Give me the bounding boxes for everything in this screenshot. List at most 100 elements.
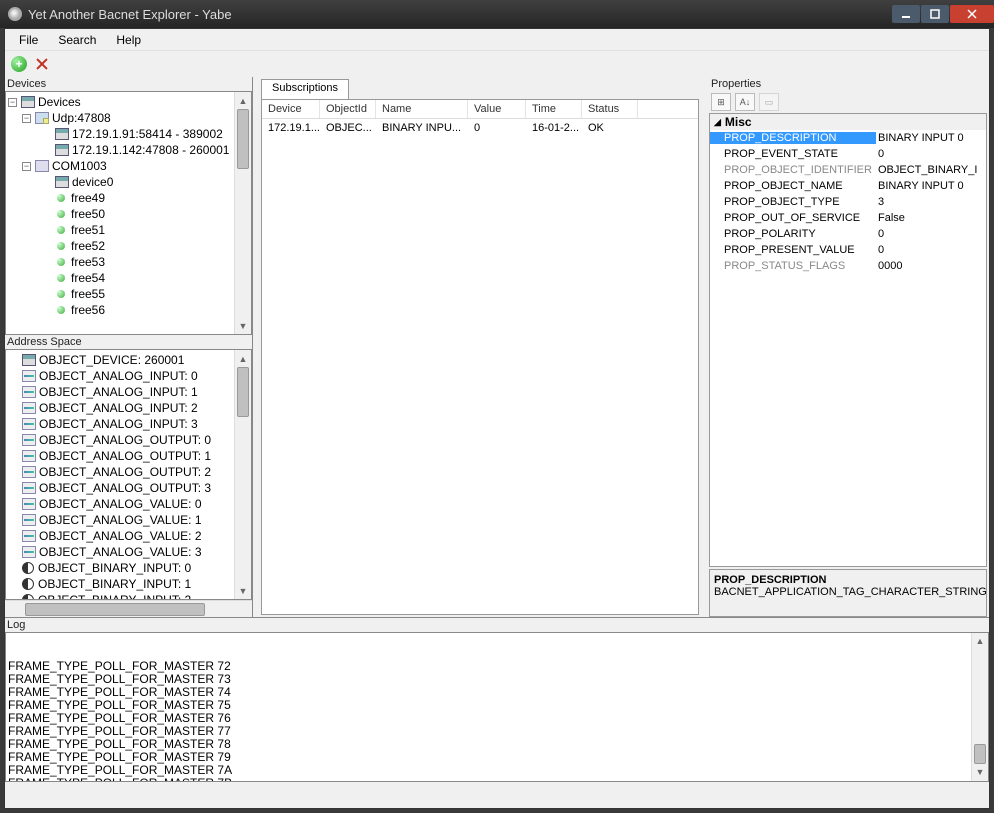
tree-node[interactable]: free50 (71, 207, 105, 221)
property-row[interactable]: PROP_OBJECT_IDENTIFIEROBJECT_BINARY_I (710, 162, 986, 178)
address-node[interactable]: OBJECT_ANALOG_INPUT: 0 (8, 368, 234, 384)
device-node[interactable]: free55 (8, 286, 234, 302)
device-node[interactable]: free50 (8, 206, 234, 222)
object-node[interactable]: OBJECT_ANALOG_VALUE: 2 (39, 529, 202, 543)
address-node[interactable]: OBJECT_DEVICE: 260001 (8, 352, 234, 368)
address-node[interactable]: OBJECT_ANALOG_VALUE: 3 (8, 544, 234, 560)
device-node[interactable]: free53 (8, 254, 234, 270)
properties-grid[interactable]: ◢Misc PROP_DESCRIPTIONBINARY INPUT 0PROP… (709, 113, 987, 567)
property-row[interactable]: PROP_OBJECT_NAMEBINARY INPUT 0 (710, 178, 986, 194)
col-objectid[interactable]: ObjectId (320, 100, 376, 118)
address-node[interactable]: OBJECT_ANALOG_VALUE: 1 (8, 512, 234, 528)
tab-subscriptions[interactable]: Subscriptions (261, 79, 349, 99)
device-node[interactable]: device0 (8, 174, 234, 190)
scroll-down-icon[interactable]: ▼ (972, 764, 988, 781)
tree-node[interactable]: 172.19.1.142:47808 - 260001 (72, 143, 229, 157)
tree-node[interactable]: Udp:47808 (52, 111, 111, 125)
property-row[interactable]: PROP_EVENT_STATE0 (710, 146, 986, 162)
address-node[interactable]: OBJECT_BINARY_INPUT: 1 (8, 576, 234, 592)
col-device[interactable]: Device (262, 100, 320, 118)
scrollbar[interactable]: ▲ ▼ (234, 92, 251, 334)
pages-button[interactable]: ▭ (759, 93, 779, 111)
device-node[interactable]: free54 (8, 270, 234, 286)
device-node[interactable]: 172.19.1.91:58414 - 389002 (8, 126, 234, 142)
collapse-icon[interactable]: ◢ (714, 117, 721, 128)
property-value[interactable]: OBJECT_BINARY_I (876, 164, 986, 176)
device-node[interactable]: free51 (8, 222, 234, 238)
property-value[interactable]: False (876, 212, 986, 224)
property-row[interactable]: PROP_OBJECT_TYPE3 (710, 194, 986, 210)
tree-node[interactable]: COM1003 (52, 159, 107, 173)
property-row[interactable]: PROP_STATUS_FLAGS0000 (710, 258, 986, 274)
address-node[interactable]: OBJECT_ANALOG_INPUT: 2 (8, 400, 234, 416)
object-node[interactable]: OBJECT_BINARY_INPUT: 0 (38, 561, 191, 575)
object-node[interactable]: OBJECT_ANALOG_OUTPUT: 3 (39, 481, 211, 495)
address-node[interactable]: OBJECT_ANALOG_OUTPUT: 3 (8, 480, 234, 496)
address-node[interactable]: OBJECT_ANALOG_INPUT: 1 (8, 384, 234, 400)
scroll-down-icon[interactable]: ▼ (235, 582, 251, 599)
property-value[interactable]: 0000 (876, 260, 986, 272)
scroll-up-icon[interactable]: ▲ (972, 633, 988, 650)
tree-node[interactable]: free54 (71, 271, 105, 285)
address-tree[interactable]: OBJECT_DEVICE: 260001OBJECT_ANALOG_INPUT… (5, 349, 252, 600)
devices-tree[interactable]: − Devices − Udp:47808 172.19.1.91:58414 - … (5, 91, 252, 335)
delete-button[interactable] (35, 57, 49, 71)
col-time[interactable]: Time (526, 100, 582, 118)
address-node[interactable]: OBJECT_ANALOG_INPUT: 3 (8, 416, 234, 432)
object-node[interactable]: OBJECT_ANALOG_VALUE: 3 (39, 545, 202, 559)
scroll-down-icon[interactable]: ▼ (235, 317, 251, 334)
tree-node[interactable]: free53 (71, 255, 105, 269)
menu-help[interactable]: Help (106, 30, 151, 50)
address-node[interactable]: OBJECT_BINARY_INPUT: 2 (8, 592, 234, 600)
address-node[interactable]: OBJECT_BINARY_INPUT: 0 (8, 560, 234, 576)
maximize-button[interactable] (921, 5, 949, 23)
property-category[interactable]: ◢Misc (710, 114, 986, 130)
scroll-up-icon[interactable]: ▲ (235, 350, 251, 367)
property-value[interactable]: 0 (876, 228, 986, 240)
property-value[interactable]: BINARY INPUT 0 (876, 132, 986, 144)
object-node[interactable]: OBJECT_BINARY_INPUT: 1 (38, 577, 191, 591)
categorize-button[interactable]: ⊞ (711, 93, 731, 111)
tree-node[interactable]: free55 (71, 287, 105, 301)
tree-node[interactable]: free51 (71, 223, 105, 237)
sort-button[interactable]: A↓ (735, 93, 755, 111)
col-status[interactable]: Status (582, 100, 638, 118)
property-row[interactable]: PROP_OUT_OF_SERVICEFalse (710, 210, 986, 226)
object-node[interactable]: OBJECT_ANALOG_INPUT: 3 (39, 417, 198, 431)
device-node[interactable]: free49 (8, 190, 234, 206)
tree-node[interactable]: Devices (38, 95, 81, 109)
object-node[interactable]: OBJECT_DEVICE: 260001 (39, 353, 184, 367)
property-row[interactable]: PROP_DESCRIPTIONBINARY INPUT 0 (710, 130, 986, 146)
tree-node[interactable]: free52 (71, 239, 105, 253)
object-node[interactable]: OBJECT_ANALOG_VALUE: 1 (39, 513, 202, 527)
address-node[interactable]: OBJECT_ANALOG_OUTPUT: 2 (8, 464, 234, 480)
subscriptions-grid[interactable]: Device ObjectId Name Value Time Status 1… (261, 99, 699, 615)
address-node[interactable]: OBJECT_ANALOG_OUTPUT: 1 (8, 448, 234, 464)
tree-node[interactable]: device0 (72, 175, 113, 189)
object-node[interactable]: OBJECT_ANALOG_OUTPUT: 2 (39, 465, 211, 479)
log-textarea[interactable]: FRAME_TYPE_POLL_FOR_MASTER 72 FRAME_TYPE… (5, 632, 989, 782)
menu-search[interactable]: Search (48, 30, 106, 50)
object-node[interactable]: OBJECT_ANALOG_OUTPUT: 0 (39, 433, 211, 447)
object-node[interactable]: OBJECT_ANALOG_INPUT: 2 (39, 401, 198, 415)
col-value[interactable]: Value (468, 100, 526, 118)
tree-node[interactable]: 172.19.1.91:58414 - 389002 (72, 127, 223, 141)
minimize-button[interactable] (892, 5, 920, 23)
expander-icon[interactable]: − (22, 162, 31, 171)
scrollbar-h[interactable] (5, 600, 252, 617)
object-node[interactable]: OBJECT_ANALOG_VALUE: 0 (39, 497, 202, 511)
expander-icon[interactable]: − (8, 98, 17, 107)
property-value[interactable]: 3 (876, 196, 986, 208)
device-node[interactable]: 172.19.1.142:47808 - 260001 (8, 142, 234, 158)
tree-node[interactable]: free49 (71, 191, 105, 205)
object-node[interactable]: OBJECT_ANALOG_INPUT: 1 (39, 385, 198, 399)
titlebar[interactable]: Yet Another Bacnet Explorer - Yabe (0, 0, 994, 28)
property-row[interactable]: PROP_PRESENT_VALUE0 (710, 242, 986, 258)
object-node[interactable]: OBJECT_ANALOG_OUTPUT: 1 (39, 449, 211, 463)
address-node[interactable]: OBJECT_ANALOG_OUTPUT: 0 (8, 432, 234, 448)
scroll-up-icon[interactable]: ▲ (235, 92, 251, 109)
address-node[interactable]: OBJECT_ANALOG_VALUE: 2 (8, 528, 234, 544)
tree-node[interactable]: free56 (71, 303, 105, 317)
property-value[interactable]: 0 (876, 244, 986, 256)
scroll-thumb[interactable] (237, 367, 249, 417)
